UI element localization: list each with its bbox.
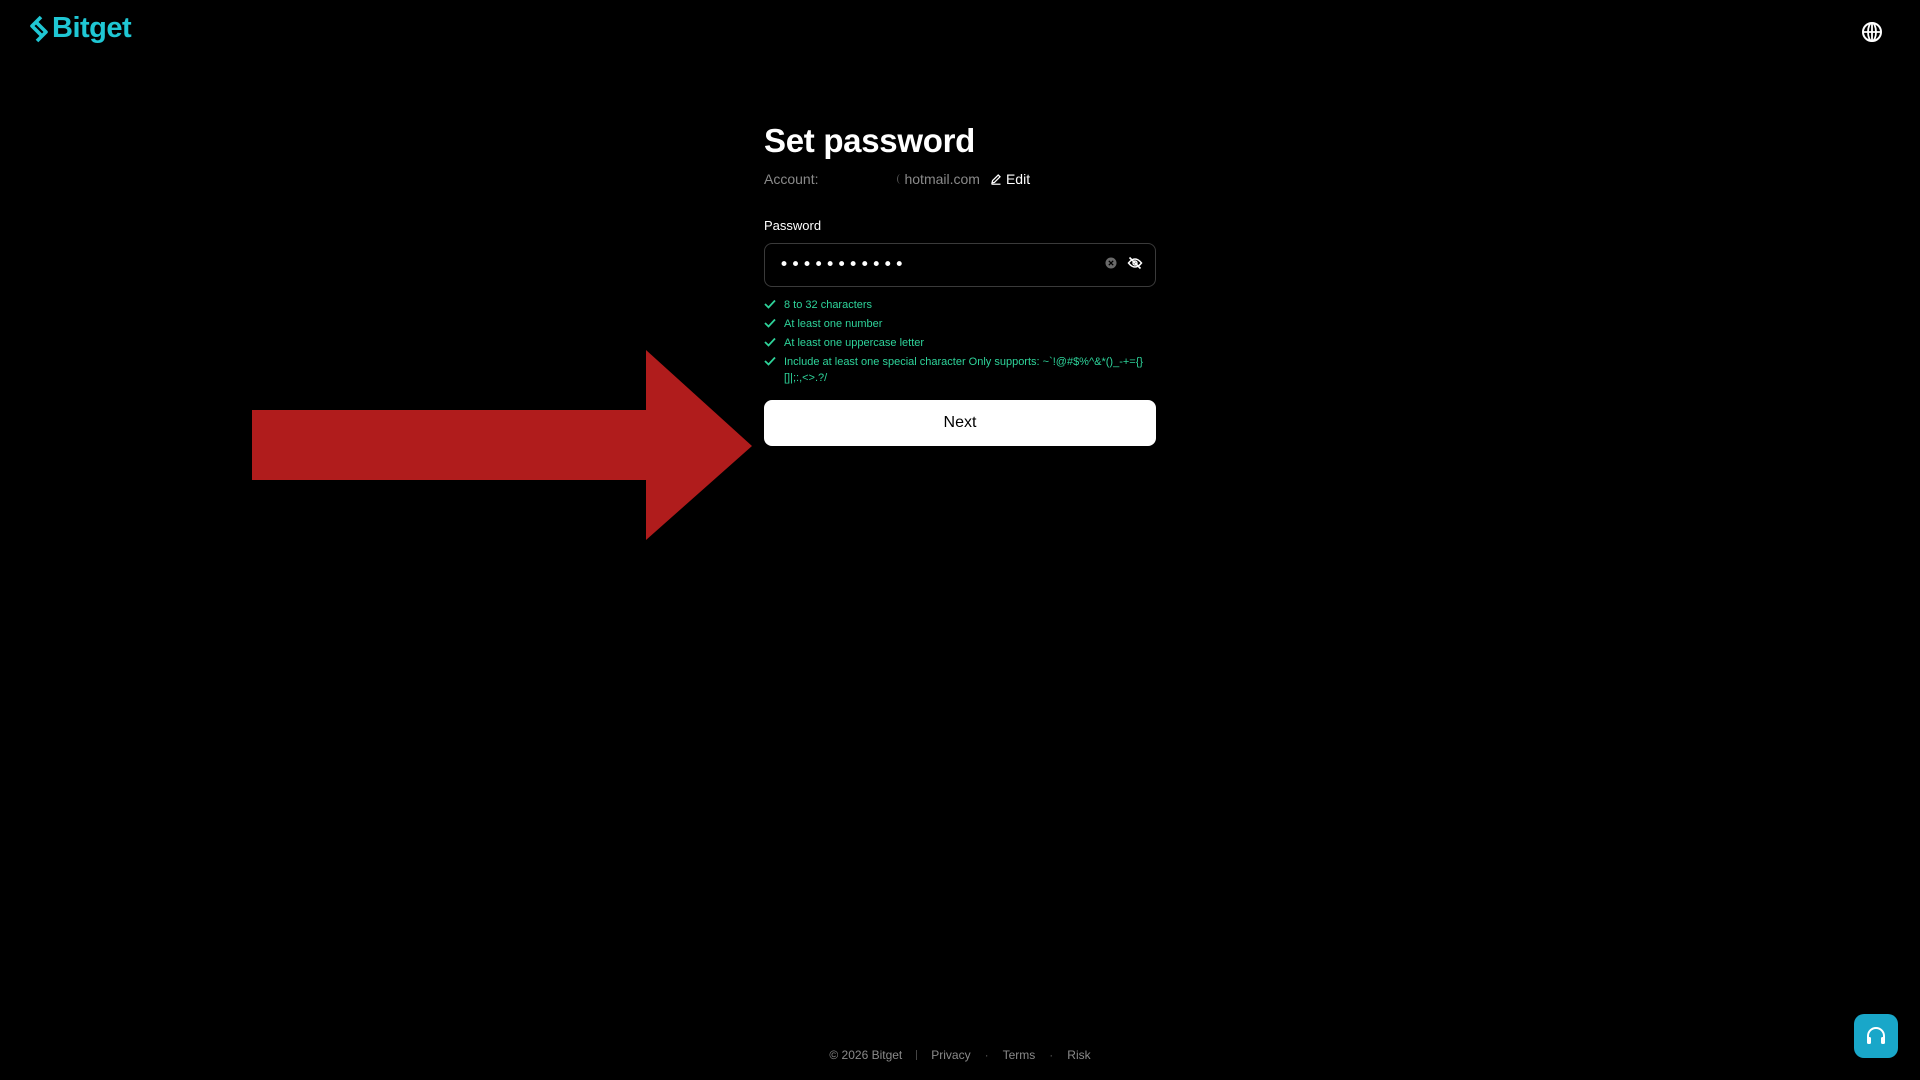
risk-link[interactable]: Risk [1067,1048,1090,1062]
page: Bitget Set password Account: hotmail.com… [0,0,1920,1080]
password-rule-text: 8 to 32 characters [784,299,873,311]
support-chat-button[interactable] [1854,1014,1898,1058]
footer-dot: · [1049,1048,1054,1062]
password-field[interactable] [764,243,1156,287]
password-rule-text: At least one number [784,318,883,330]
clear-icon[interactable] [1105,256,1117,274]
check-icon [764,318,776,328]
copyright: © 2026 Bitget [829,1048,903,1062]
account-domain: hotmail.com [904,171,980,187]
password-rule: 8 to 32 characters [764,297,1156,313]
set-password-card: Set password Account: hotmail.com Edit P… [764,120,1156,446]
next-button[interactable]: Next [764,400,1156,446]
edit-account-button[interactable]: Edit [990,171,1030,187]
account-label: Account: [764,171,819,187]
password-rule: At least one number [764,316,1156,332]
footer-divider [916,1050,918,1060]
account-row: Account: hotmail.com Edit [764,170,1156,188]
brand-name: Bitget [52,12,132,44]
pencil-icon [991,174,1001,185]
page-title: Set password [764,122,975,159]
terms-link[interactable]: Terms [1003,1048,1036,1062]
edit-label: Edit [1005,171,1031,187]
privacy-link[interactable]: Privacy [931,1048,970,1062]
red-arrow-annotation [252,350,752,540]
check-icon [764,356,776,366]
password-rule-text: Include at least one special character O… [784,356,1144,384]
bitget-logo[interactable]: Bitget [28,12,132,45]
check-icon [764,299,776,309]
bitget-logo-icon [30,15,48,42]
password-input[interactable] [777,254,1105,276]
password-rule: At least one uppercase letter [764,335,1156,351]
globe-icon[interactable] [1860,20,1884,44]
password-rule-text: At least one uppercase letter [784,337,925,349]
footer-dot: · [984,1048,989,1062]
check-icon [764,337,776,347]
eye-off-icon[interactable] [1127,256,1143,275]
account-masked-email [818,172,904,186]
password-rules-list: 8 to 32 characters At least one number A… [764,297,1156,386]
headset-icon [1867,1027,1885,1044]
footer: © 2026 Bitget Privacy · Terms · Risk [0,1048,1920,1062]
password-rule: Include at least one special character O… [764,354,1156,386]
password-field-icons [1105,256,1143,275]
password-label: Password [764,218,822,233]
